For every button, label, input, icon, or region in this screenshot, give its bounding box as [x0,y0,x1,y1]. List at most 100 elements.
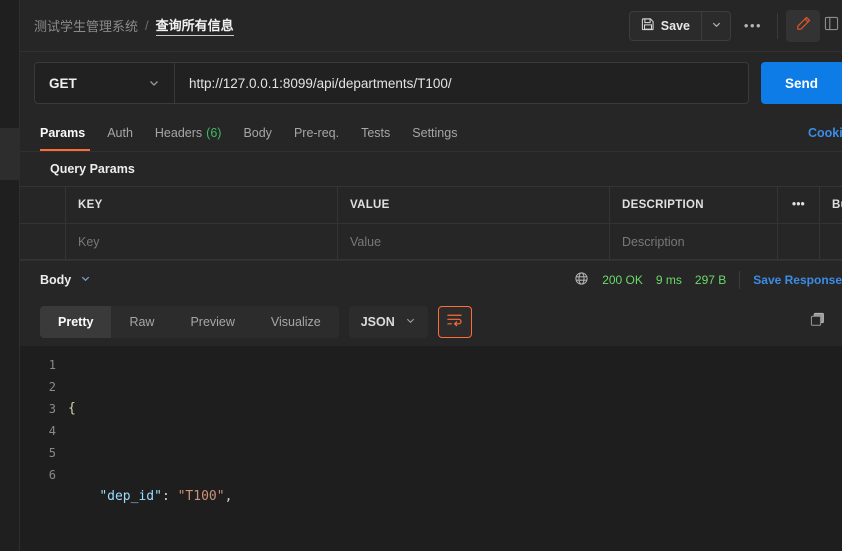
breadcrumb-current[interactable]: 查询所有信息 [155,15,234,36]
query-params-title: Query Params [20,152,842,186]
postman-window: 测试学生管理系统 / 查询所有信息 Save ••• GET http://12… [0,0,842,551]
tab-pre-request[interactable]: Pre-req. [283,114,350,151]
row-options-cell[interactable] [778,224,820,259]
pencil-icon [795,15,812,37]
tab-label: Auth [107,125,133,140]
breadcrumb-parent[interactable]: 测试学生管理系统 [34,16,138,35]
ellipsis-icon: ••• [743,18,763,33]
breadcrumb: 测试学生管理系统 / 查询所有信息 [34,15,234,36]
globe-icon[interactable] [574,271,589,289]
json-key-dep-id: "dep_id" [99,489,162,504]
row-checkbox-cell[interactable] [20,224,66,259]
line-number-gutter: 1 2 3 4 5 6 [20,354,66,551]
http-method-value: GET [49,75,77,91]
save-button-label: Save [660,18,690,33]
save-button[interactable]: Save [630,12,701,40]
table-options-button[interactable]: ••• [778,187,820,223]
line-number: 3 [48,402,56,416]
panel-toggle-button[interactable] [820,10,842,42]
json-value-dep-id: "T100" [177,489,225,504]
save-button-group: Save [628,10,731,41]
copy-response-button[interactable] [800,306,834,338]
chevron-down-icon [80,273,91,287]
param-description-input[interactable]: Description [610,224,778,259]
response-format-value: JSON [360,315,395,329]
request-tabs-right: Cookies [808,114,842,151]
http-method-select[interactable]: GET [35,63,175,103]
edit-request-button[interactable] [786,9,820,42]
column-header-value: VALUE [338,187,610,223]
cookies-link[interactable]: Cookies [808,126,842,140]
tab-label: Body [243,125,272,140]
select-all-cell[interactable] [20,187,66,223]
table-row: Key Value Description [20,223,842,260]
tab-label: Preview [190,315,235,329]
response-tab-pretty[interactable]: Pretty [40,306,112,338]
send-button[interactable]: Send [760,62,842,104]
left-rail [0,0,20,551]
tab-tests[interactable]: Tests [350,114,401,151]
copy-icon [809,311,826,333]
table-header-row: KEY VALUE DESCRIPTION ••• Bulk Edit [20,186,842,223]
header-divider [777,12,778,39]
tab-label: Params [40,125,86,140]
breadcrumb-separator: / [145,18,149,33]
url-input-group: GET http://127.0.0.1:8099/api/department… [34,62,749,104]
request-header: 测试学生管理系统 / 查询所有信息 Save ••• [20,0,842,52]
line-number: 5 [48,446,56,460]
tab-body[interactable]: Body [232,114,283,151]
chevron-down-icon [148,77,160,89]
code-line: { [68,398,842,420]
response-tab-raw[interactable]: Raw [111,306,172,338]
response-tab-preview[interactable]: Preview [172,306,252,338]
save-response-button[interactable]: Save Response [753,273,842,287]
chevron-down-icon [405,315,416,329]
panel-icon [823,15,840,37]
tab-label: Settings [412,125,458,140]
param-key-input[interactable]: Key [66,224,338,259]
tab-label: Tests [361,125,391,140]
tab-label: Pre-req. [293,125,340,140]
request-tabs: Params Auth Headers (6) Body Pre-req. Te… [20,114,842,152]
response-format-select[interactable]: JSON [348,306,428,338]
floppy-disk-icon [641,17,655,34]
response-body-viewer[interactable]: 1 2 3 4 5 6 { "dep_id": "T100", "dep_nam… [20,346,842,551]
rail-active-indicator [0,128,20,180]
query-params-table: KEY VALUE DESCRIPTION ••• Bulk Edit Key … [20,186,842,260]
tab-label: Headers [154,125,203,140]
response-tab-visualize[interactable]: Visualize [253,306,339,338]
headers-count-badge: (6) [206,125,222,140]
json-code: { "dep_id": "T100", "dep_name": "传智学院", … [66,354,842,551]
bulk-edit-button[interactable]: Bulk Edit [820,187,842,223]
word-wrap-icon [446,312,463,332]
send-button-label: Send [784,75,818,91]
more-actions-button[interactable]: ••• [735,11,771,41]
line-number: 4 [48,424,56,438]
line-number: 1 [48,358,56,372]
status-badge: 200 OK [602,272,643,287]
response-size: 297 B [694,272,727,287]
response-time: 9 ms [655,272,682,287]
chevron-down-icon [711,17,722,35]
tab-params[interactable]: Params [34,114,96,151]
word-wrap-toggle[interactable] [437,306,472,338]
url-bar: GET http://127.0.0.1:8099/api/department… [20,52,842,114]
response-body-selector[interactable]: Body [40,273,91,287]
tab-auth[interactable]: Auth [96,114,144,151]
main-column: 测试学生管理系统 / 查询所有信息 Save ••• GET http://12… [20,0,842,551]
header-actions: Save ••• [628,0,842,51]
tab-label: Visualize [270,315,321,329]
tab-label: Raw [129,315,155,329]
code-line: "dep_id": "T100", [99,489,233,504]
tab-label: Pretty [58,315,94,329]
json-open-brace: { [68,401,76,416]
response-meta-bar: Body 200 OK 9 ms 297 B Save Response [20,260,842,298]
line-number: 2 [48,380,56,394]
param-value-input[interactable]: Value [338,224,610,259]
column-header-key: KEY [66,187,338,223]
tab-headers[interactable]: Headers (6) [144,114,233,151]
line-number: 6 [48,468,56,482]
url-input[interactable]: http://127.0.0.1:8099/api/departments/T1… [175,63,748,103]
save-dropdown-button[interactable] [701,11,730,40]
tab-settings[interactable]: Settings [401,114,468,151]
